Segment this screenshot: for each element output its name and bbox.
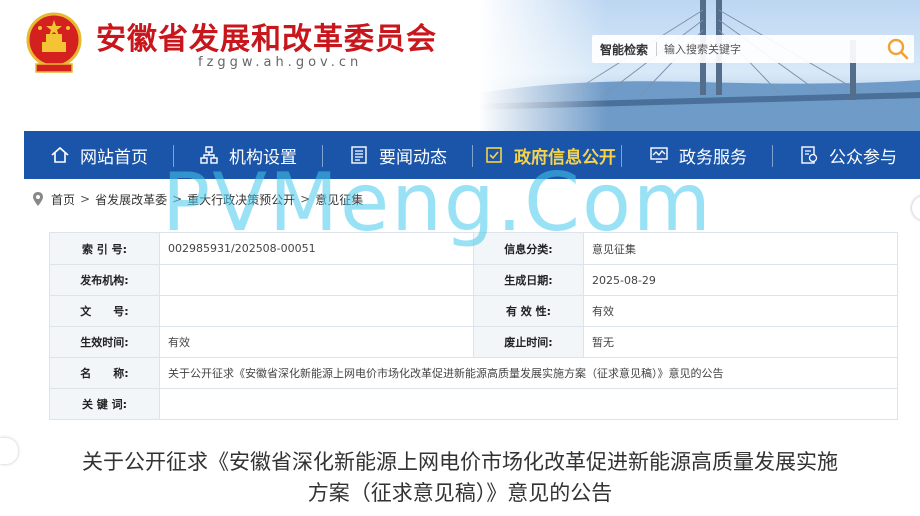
created-date-value: 2025-08-29 [583, 264, 898, 296]
breadcrumb-separator: > [300, 192, 311, 206]
nav-news-label: 要闻动态 [379, 147, 447, 168]
monitor-icon [650, 147, 668, 163]
nav-divider [173, 145, 174, 167]
nav-divider [772, 145, 773, 167]
document-title-line-2: 方案（征求意见稿）》意见的公告 [307, 481, 613, 505]
breadcrumb-separator: > [80, 192, 91, 206]
nav-gov-services[interactable]: 政务服务 [649, 131, 747, 179]
search-icon[interactable] [886, 37, 910, 61]
site-domain: fzggw.ah.gov.cn [198, 55, 363, 70]
search-box: 智能检索 [592, 35, 914, 63]
document-title: 关于公开征求《安徽省深化新能源上网电价市场化改革促进新能源高质量发展实施 方案（… [40, 447, 880, 509]
site-title: 安徽省发展和改革委员会 [96, 22, 437, 57]
breadcrumb-decision-preview[interactable]: 重大行政决策预公开 [187, 191, 295, 208]
nav-organization-label: 机构设置 [229, 147, 297, 168]
breadcrumb: 首页 > 省发展改革委 > 重大行政决策预公开 > 意见征集 [33, 190, 363, 208]
breadcrumb-home[interactable]: 首页 [51, 191, 75, 208]
category-value: 意见征集 [583, 232, 898, 265]
site-header: 安徽省发展和改革委员会 fzggw.ah.gov.cn 智能检索 [0, 0, 920, 131]
location-pin-icon [33, 192, 43, 206]
home-icon [51, 146, 69, 163]
category-label: 信息分类: [473, 232, 584, 265]
breadcrumb-ndrc[interactable]: 省发展改革委 [95, 191, 167, 208]
effective-time-value: 有效 [159, 326, 474, 358]
created-date-label: 生成日期: [473, 264, 584, 296]
search-input[interactable] [662, 38, 876, 60]
keywords-label: 关 键 词: [49, 388, 160, 420]
table-row: 发布机构: 生成日期: 2025-08-29 [49, 264, 898, 296]
keywords-value [159, 388, 898, 420]
org-chart-icon [200, 146, 218, 164]
table-row: 关 键 词: [49, 388, 898, 420]
abolish-time-value: 暂无 [583, 326, 898, 358]
nav-home-label: 网站首页 [80, 147, 148, 168]
effective-time-label: 生效时间: [49, 326, 160, 358]
smart-search-label[interactable]: 智能检索 [600, 41, 648, 58]
name-label: 名 称: [49, 357, 160, 389]
nav-divider [621, 145, 622, 167]
doc-no-label: 文 号: [49, 295, 160, 327]
main-nav: 网站首页 机构设置 要闻动态 政府信息公开 政务服务 公众参与 [24, 131, 920, 179]
index-no-value: 002985931/202508-00051 [159, 232, 474, 265]
table-row: 生效时间: 有效 废止时间: 暂无 [49, 326, 898, 358]
nav-public-participation-label: 公众参与 [829, 147, 897, 168]
info-disclosure-icon [486, 147, 502, 163]
index-no-label: 索 引 号: [49, 232, 160, 265]
publisher-label: 发布机构: [49, 264, 160, 296]
breadcrumb-separator: > [172, 192, 183, 206]
validity-value: 有效 [583, 295, 898, 327]
nav-organization[interactable]: 机构设置 [199, 131, 297, 179]
national-emblem-logo [26, 12, 82, 73]
side-float-badge[interactable] [0, 438, 18, 464]
nav-divider [322, 145, 323, 167]
news-icon [351, 146, 367, 164]
abolish-time-label: 废止时间: [473, 326, 584, 358]
document-title-line-1: 关于公开征求《安徽省深化新能源上网电价市场化改革促进新能源高质量发展实施 [82, 450, 838, 474]
participation-icon [801, 146, 818, 164]
name-value: 关于公开征求《安徽省深化新能源上网电价市场化改革促进新能源高质量发展实施方案（征… [159, 357, 898, 389]
search-divider [656, 42, 657, 56]
doc-no-value [159, 295, 474, 327]
table-row: 名 称: 关于公开征求《安徽省深化新能源上网电价市场化改革促进新能源高质量发展实… [49, 357, 898, 389]
nav-divider [472, 145, 473, 167]
table-row: 文 号: 有 效 性: 有效 [49, 295, 898, 327]
nav-home[interactable]: 网站首页 [50, 131, 148, 179]
publisher-value [159, 264, 474, 296]
nav-gov-services-label: 政务服务 [679, 147, 747, 168]
nav-public-participation[interactable]: 公众参与 [799, 131, 897, 179]
document-info-table: 索 引 号: 002985931/202508-00051 信息分类: 意见征集… [49, 232, 898, 420]
table-row: 索 引 号: 002985931/202508-00051 信息分类: 意见征集 [49, 232, 898, 265]
nav-news[interactable]: 要闻动态 [349, 131, 447, 179]
nav-info-disclosure-label: 政府信息公开 [514, 147, 616, 168]
breadcrumb-opinion-collection[interactable]: 意见征集 [315, 191, 363, 208]
right-float-tab[interactable] [912, 196, 920, 220]
nav-info-disclosure[interactable]: 政府信息公开 [484, 131, 616, 179]
validity-label: 有 效 性: [473, 295, 584, 327]
